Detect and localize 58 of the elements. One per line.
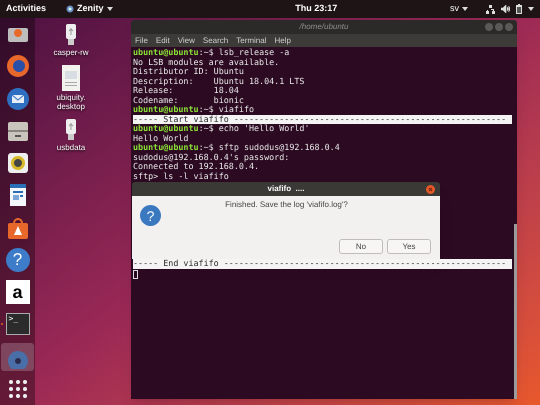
terminal-output: Distributor ID: Ubuntu bbox=[133, 67, 245, 76]
terminal-command: :~$ sftp sudodus@192.168.0.4 bbox=[198, 143, 340, 152]
app-menu-icon bbox=[66, 5, 74, 13]
menu-item[interactable]: Help bbox=[274, 34, 291, 46]
scrollbar-thumb[interactable] bbox=[514, 224, 517, 399]
usb-drive-icon[interactable] bbox=[65, 119, 77, 141]
prompt-user: ubuntu@ubuntu bbox=[133, 143, 199, 152]
mail-icon[interactable] bbox=[6, 86, 30, 111]
caret-icon bbox=[462, 7, 468, 11]
close-icon[interactable] bbox=[426, 184, 435, 194]
dialog-title: viafifo .... bbox=[268, 184, 304, 194]
terminal-prompt-glyph: >_ bbox=[8, 315, 18, 324]
terminal-output: Codename: bionic bbox=[133, 96, 245, 105]
app-menu[interactable]: Zenity bbox=[77, 2, 104, 16]
battery-icon[interactable] bbox=[516, 4, 522, 14]
desktop-icon-label[interactable]: usbdata bbox=[56, 143, 86, 152]
window-title: /home/ubuntu bbox=[300, 21, 348, 33]
store-icon[interactable]: a bbox=[6, 280, 30, 304]
terminal-output: sudodus@192.168.0.4's password: bbox=[133, 152, 290, 162]
prompt-user: ubuntu@ubuntu bbox=[133, 105, 199, 114]
menu-item[interactable]: File bbox=[135, 34, 148, 46]
terminal-output: No LSB modules are available. bbox=[133, 58, 280, 67]
terminal-command: :~$ echo 'Hello World' bbox=[198, 124, 310, 134]
menu-item[interactable]: Search bbox=[202, 34, 228, 46]
help-icon[interactable]: ? bbox=[6, 248, 30, 272]
dialog-button[interactable]: Yes bbox=[387, 239, 431, 254]
language-indicator[interactable]: sv bbox=[450, 2, 459, 16]
dialog-button[interactable]: No bbox=[339, 239, 383, 254]
network-icon[interactable] bbox=[486, 4, 495, 14]
caret-icon[interactable] bbox=[528, 7, 534, 11]
desktop-icon-label[interactable]: ubiquity.desktop bbox=[54, 93, 88, 111]
terminal-output: Connected to 192.168.0.4. bbox=[133, 162, 260, 172]
menu-item[interactable]: Terminal bbox=[236, 34, 266, 46]
activities-button[interactable]: Activities bbox=[6, 2, 66, 16]
shopping-bag-icon[interactable] bbox=[6, 216, 30, 240]
prompt-user: ubuntu@ubuntu bbox=[133, 48, 199, 58]
desktop-icon-label[interactable]: casper-rw bbox=[53, 48, 89, 57]
terminal-command: :~$ viafifo bbox=[198, 105, 254, 114]
speaker-icon[interactable] bbox=[6, 151, 30, 176]
clock[interactable]: Thu 23:17 bbox=[295, 2, 338, 16]
terminal-icon[interactable]: >_ bbox=[6, 313, 30, 336]
question-mark: ? bbox=[146, 208, 154, 222]
prompt-user: ubuntu@ubuntu bbox=[133, 124, 199, 134]
menu-item[interactable]: Edit bbox=[156, 34, 170, 46]
terminal-output: Hello World bbox=[133, 134, 190, 143]
terminal-output: sftp> ls -l viafifo bbox=[133, 172, 230, 181]
usb-drive-icon[interactable] bbox=[65, 24, 77, 46]
menu-item[interactable]: View bbox=[178, 34, 195, 46]
globe-icon[interactable] bbox=[6, 54, 30, 78]
dialog-message: Finished. Save the log 'viafifo.log'? bbox=[224, 200, 349, 210]
terminal-output: Description: Ubuntu 18.04.1 LTS bbox=[133, 76, 306, 86]
caret-icon bbox=[106, 7, 113, 11]
volume-icon[interactable] bbox=[501, 5, 510, 13]
question-mark: ? bbox=[12, 251, 22, 268]
terminal-output: Release: 18.04 bbox=[133, 86, 240, 96]
terminal-command: :~$ lsb_release -a bbox=[198, 48, 290, 58]
text-file-icon[interactable] bbox=[61, 65, 81, 91]
store-letter: a bbox=[12, 283, 22, 302]
